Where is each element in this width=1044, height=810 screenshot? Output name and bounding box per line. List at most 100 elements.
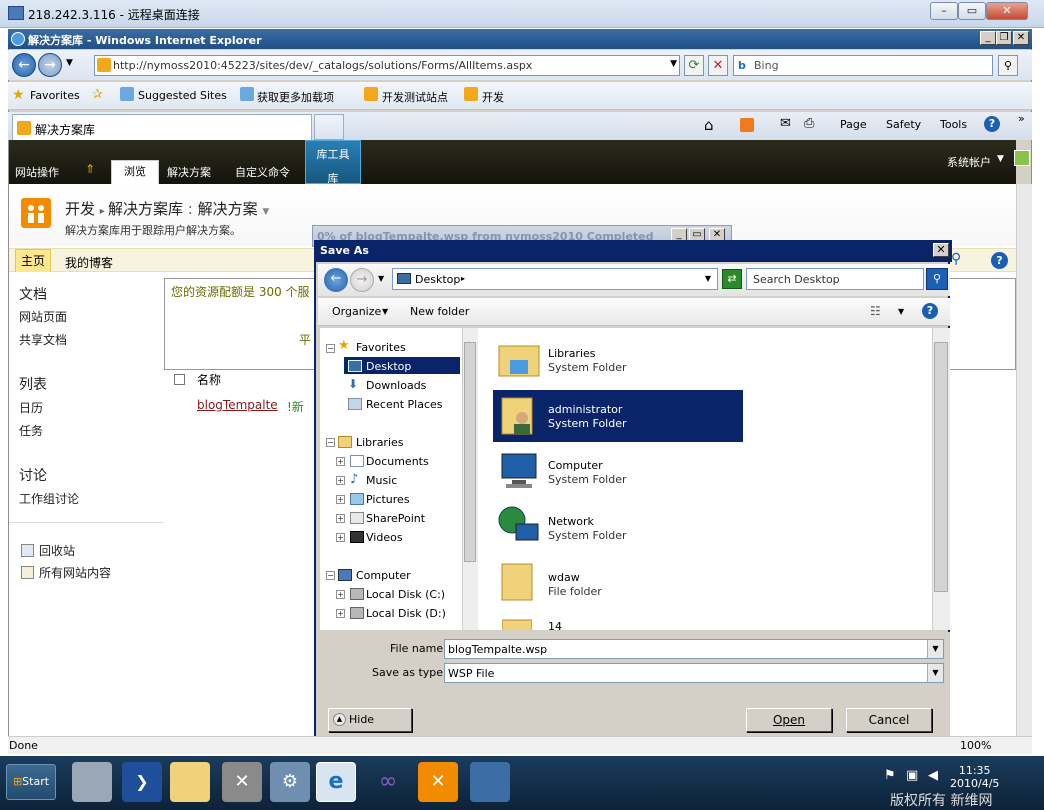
stop-icon[interactable]: ✕	[708, 55, 728, 76]
page-menu[interactable]: Page	[840, 118, 867, 131]
file-name-libraries[interactable]: Libraries	[548, 347, 596, 360]
back-button[interactable]: ←	[12, 53, 36, 77]
solution-item-link[interactable]: blogTempalte	[197, 398, 278, 412]
address-dropdown-icon[interactable]: ▼	[670, 59, 677, 69]
quicklaunch-tasks[interactable]: 任务	[19, 422, 43, 439]
server-manager-icon[interactable]	[72, 762, 112, 802]
history-dropdown-icon[interactable]: ▼	[66, 58, 73, 68]
system-clock[interactable]: 11:35 2010/4/5	[950, 764, 999, 790]
location-arrow-icon[interactable]: ▸	[461, 274, 465, 283]
tree-local-disk-c[interactable]: Local Disk (C:)	[366, 588, 445, 601]
search-desktop-field[interactable]: Search Desktop	[746, 268, 924, 290]
save-type-select[interactable]: WSP File ▼	[444, 663, 944, 683]
zoom-level[interactable]: 100%	[960, 739, 991, 752]
tab-browse[interactable]: 浏览	[111, 160, 159, 184]
view-dropdown-icon[interactable]: ▼	[262, 207, 269, 217]
recent-dropdown-icon[interactable]: ▼	[378, 274, 384, 283]
new-folder-button[interactable]: New folder	[410, 305, 469, 318]
collapse-libraries-icon[interactable]: −	[326, 438, 335, 447]
expand-c-drive-icon[interactable]: +	[336, 590, 345, 599]
tab-custom-commands[interactable]: 自定义命令	[235, 164, 290, 180]
tree-recent-places[interactable]: Recent Places	[366, 398, 443, 411]
expand-d-drive-icon[interactable]: +	[336, 609, 345, 618]
explorer-folder-icon[interactable]	[170, 762, 210, 802]
file-name-wdaw[interactable]: wdaw	[548, 571, 580, 584]
file-name-administrator[interactable]: administrator	[548, 403, 622, 416]
search-icon[interactable]: ⚲	[926, 268, 948, 290]
home-icon[interactable]: ⌂	[704, 116, 714, 134]
location-combo[interactable]: Desktop ▸ ▼	[392, 268, 718, 290]
flag-icon[interactable]: ⚑	[884, 768, 896, 783]
site-actions-menu[interactable]: 网站操作	[15, 164, 59, 180]
page-scrollbar[interactable]	[1016, 184, 1032, 736]
location-dropdown-icon[interactable]: ▼	[705, 274, 711, 283]
search-field[interactable]: b Bing	[733, 55, 993, 76]
refresh-icon[interactable]: ⟳	[684, 55, 704, 76]
tree-computer[interactable]: Computer	[356, 569, 411, 582]
favorites-button[interactable]: Favorites	[30, 89, 80, 102]
tree-documents[interactable]: Documents	[366, 455, 429, 468]
toolbar-overflow-icon[interactable]: »	[1018, 112, 1025, 125]
expand-documents-icon[interactable]: +	[336, 457, 345, 466]
search-icon[interactable]: ⚲	[998, 55, 1018, 76]
volume-icon[interactable]: ◀	[928, 768, 938, 783]
favlink-dev-test-site[interactable]: 开发测试站点	[382, 89, 448, 105]
network-tray-icon[interactable]: ▣	[906, 768, 918, 783]
add-favorite-icon[interactable]: ✰	[92, 87, 103, 102]
tree-music[interactable]: Music	[366, 474, 397, 487]
tree-downloads[interactable]: Downloads	[366, 379, 426, 392]
site-search-icon[interactable]: ⚲	[951, 251, 961, 267]
tree-local-disk-d[interactable]: Local Disk (D:)	[366, 607, 446, 620]
save-as-close-button[interactable]: ✕	[933, 243, 949, 257]
tree-libraries[interactable]: Libraries	[356, 436, 404, 449]
favlink-suggested-sites[interactable]: Suggested Sites	[138, 89, 227, 102]
breadcrumb-view[interactable]: 解决方案	[198, 200, 258, 218]
tree-scrollbar[interactable]	[462, 328, 478, 630]
cancel-button[interactable]: Cancel	[846, 708, 932, 732]
forward-button[interactable]: →	[350, 268, 374, 292]
view-options-icon[interactable]: ☷	[870, 304, 881, 318]
mail-icon[interactable]: ✉	[780, 116, 791, 131]
rdp-minimize-button[interactable]: –	[930, 2, 958, 20]
tree-pictures[interactable]: Pictures	[366, 493, 410, 506]
ie-restore-button[interactable]: ❐	[996, 31, 1012, 45]
address-field[interactable]: http://nymoss2010:45223/sites/dev/_catal…	[94, 55, 680, 76]
breadcrumb-site[interactable]: 开发	[65, 200, 95, 218]
safety-menu[interactable]: Safety	[886, 118, 921, 131]
refresh-icon[interactable]: ⇄	[722, 269, 742, 289]
help-icon[interactable]: ?	[922, 303, 938, 319]
quicklaunch-team-discussion[interactable]: 工作组讨论	[19, 490, 79, 507]
quicklaunch-calendar[interactable]: 日历	[19, 399, 43, 416]
tools-icon[interactable]: ✕	[222, 762, 262, 802]
quicklaunch-lists-header[interactable]: 列表	[19, 374, 47, 394]
quicklaunch-recycle-bin[interactable]: 回收站	[39, 542, 75, 559]
quicklaunch-shared-docs[interactable]: 共享文档	[19, 331, 67, 348]
collapse-favorites-icon[interactable]: −	[326, 344, 335, 353]
breadcrumb-library[interactable]: 解决方案库	[108, 200, 183, 218]
quicklaunch-all-content[interactable]: 所有网站内容	[39, 564, 111, 581]
tab-solutions-library[interactable]: 解决方案库	[12, 114, 312, 140]
ie-close-button[interactable]: ✕	[1013, 31, 1029, 45]
column-header-name[interactable]: 名称	[197, 371, 221, 388]
file-name-network[interactable]: Network	[548, 515, 594, 528]
powershell-icon[interactable]: ❯	[122, 762, 162, 802]
favlink-dev[interactable]: 开发	[482, 89, 504, 105]
visual-studio-icon[interactable]: ∞	[368, 762, 408, 802]
expand-pictures-icon[interactable]: +	[336, 495, 345, 504]
print-icon[interactable]: ⎙	[804, 116, 814, 131]
expand-music-icon[interactable]: +	[336, 476, 345, 485]
tree-desktop[interactable]: Desktop	[366, 360, 411, 373]
rdp-close-button[interactable]: ✕	[986, 2, 1028, 20]
tree-scroll-thumb[interactable]	[464, 342, 476, 562]
sp-help-icon[interactable]: ?	[991, 252, 1008, 269]
collapse-computer-icon[interactable]: −	[326, 571, 335, 580]
tab-solutions[interactable]: 解决方案	[167, 164, 211, 180]
ie-minimize-button[interactable]: _	[980, 31, 996, 45]
help-icon[interactable]: ?	[984, 116, 1000, 132]
open-button[interactable]: Open	[746, 708, 832, 732]
tools-menu[interactable]: Tools	[940, 118, 967, 131]
file-name-dropdown-icon[interactable]: ▼	[927, 640, 943, 658]
file-list-scrollbar[interactable]	[932, 328, 950, 630]
quicklaunch-docs-header[interactable]: 文档	[19, 284, 47, 304]
view-dropdown-icon[interactable]: ▼	[898, 307, 904, 316]
